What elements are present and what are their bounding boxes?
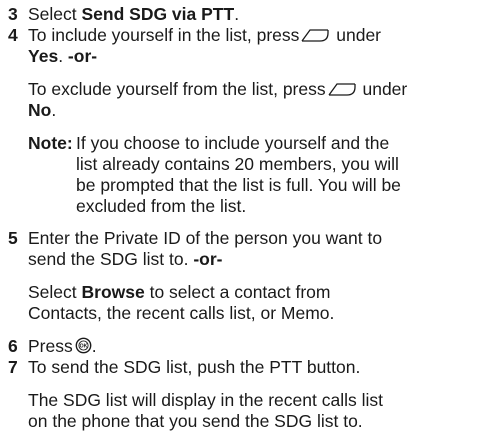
step-text: Enter the Private ID of the person you w…	[28, 228, 383, 248]
step-text-part: under	[331, 25, 382, 45]
step-5-continuation: send the SDG list to. -or-	[28, 249, 484, 270]
softkey-label: No	[28, 100, 52, 120]
step-number: 4	[8, 25, 18, 45]
svg-text:OK: OK	[79, 344, 87, 350]
step-text-part: send the SDG list to.	[28, 249, 194, 269]
step-text-part: To exclude yourself from the list, press	[28, 79, 326, 99]
note-block: Note: If you choose to include yourself …	[28, 133, 484, 217]
step-text: To include yourself in the list, press u…	[28, 25, 484, 48]
note-line: excluded from the list.	[76, 196, 247, 216]
note-line: list already contains 20 members, you wi…	[76, 154, 399, 174]
step-text-part: Press	[28, 336, 73, 356]
step-text: Select Send SDG via PTT.	[28, 4, 484, 25]
step-text-part: .	[91, 336, 97, 356]
step-5: 5 Enter the Private ID of the person you…	[8, 228, 484, 249]
step-4: 4 To include yourself in the list, press…	[8, 25, 484, 48]
step-text-part: Select	[28, 4, 82, 24]
step-number: 5	[8, 228, 18, 248]
step-3: 3 Select Send SDG via PTT.	[8, 4, 484, 25]
step-text-part: To include yourself in the list, press	[28, 25, 300, 45]
step-text-part: .	[234, 4, 240, 24]
step-text-part: .	[51, 100, 57, 120]
step-7-paragraph: The SDG list will display in the recent …	[28, 390, 383, 410]
softkey-icon	[300, 27, 330, 48]
step-text-part: to select a contact from	[144, 282, 331, 302]
note-label: Note:	[28, 133, 73, 153]
step-4-alternative-cont: No.	[28, 100, 484, 121]
step-4-alternative: To exclude yourself from the list, press…	[28, 79, 484, 102]
step-text-part: Select	[28, 282, 82, 302]
step-7-paragraph-cont: on the phone that you send the SDG list …	[28, 411, 363, 431]
step-7: 7 To send the SDG list, push the PTT but…	[8, 357, 484, 378]
note-line: If you choose to include yourself and th…	[76, 133, 390, 153]
or-separator: -or-	[193, 249, 223, 269]
step-number: 7	[8, 357, 18, 377]
step-number: 6	[8, 336, 18, 356]
or-separator: -or-	[67, 46, 98, 66]
note-line: be prompted that the list is full. You w…	[76, 175, 401, 195]
softkey-icon	[327, 81, 357, 102]
menu-item-name: Send SDG via PTT	[81, 4, 235, 24]
step-6: 6 Press OK.	[8, 336, 484, 359]
step-number: 3	[8, 4, 18, 24]
manual-page: 3 Select Send SDG via PTT. 4 To include …	[0, 0, 486, 441]
step-text-part: .	[58, 46, 68, 66]
softkey-label: Yes	[28, 46, 59, 66]
step-text-part: under	[357, 79, 408, 99]
ok-button-icon: OK	[75, 337, 92, 359]
step-text: Press OK.	[28, 336, 484, 359]
step-5-alternative: Select Browse to select a contact from	[28, 282, 484, 303]
softkey-label: Browse	[81, 282, 145, 302]
step-5-alternative-cont: Contacts, the recent calls list, or Memo…	[28, 303, 335, 323]
step-text: To send the SDG list, push the PTT butto…	[28, 357, 361, 377]
step-4-continuation: Yes. -or-	[28, 46, 484, 67]
